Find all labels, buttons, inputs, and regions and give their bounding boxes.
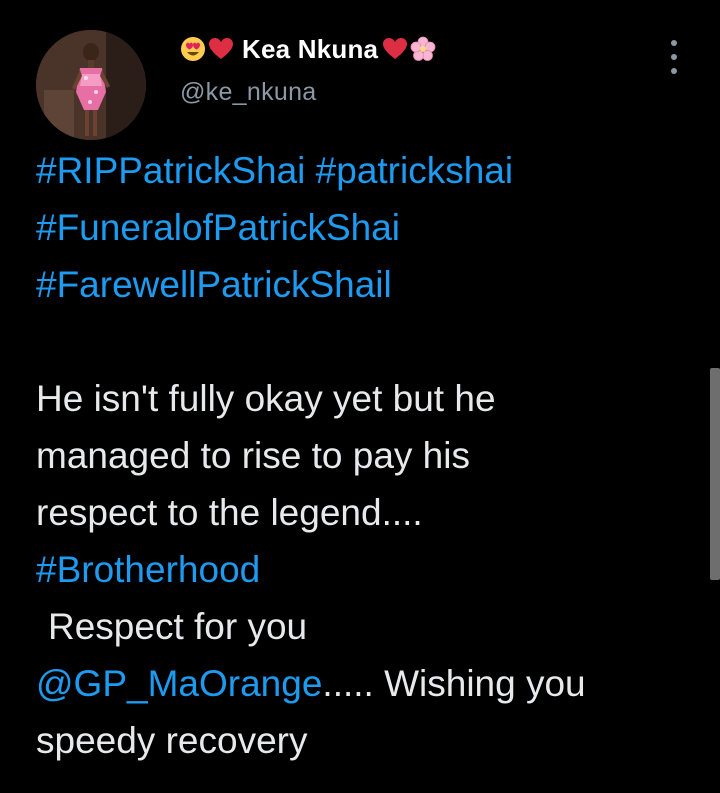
more-options-button[interactable] [664, 40, 684, 74]
heart-eyes-icon [180, 36, 206, 62]
mention-link[interactable]: @GP_MaOrange [36, 663, 322, 704]
more-vertical-icon [671, 40, 677, 46]
more-vertical-icon-dot [671, 54, 677, 60]
hashtag-link[interactable]: #Brotherhood [36, 549, 260, 590]
display-name[interactable]: Kea Nkuna [242, 34, 378, 65]
text-line: managed to rise to pay his [36, 435, 470, 476]
text-line: respect to the legend.... [36, 492, 423, 533]
hashtag-line: #FuneralofPatrickShai [36, 199, 696, 256]
red-heart-icon [382, 36, 408, 62]
hashtag-line: #Brotherhood [36, 541, 696, 598]
tweet-card: Kea Nkuna @ke_nkuna #RIPPatrickShai #pat… [0, 0, 720, 793]
text-fragment: ..... Wishing you [322, 663, 586, 704]
avatar[interactable] [36, 30, 146, 140]
hashtag-line: #FarewellPatrickShail [36, 256, 696, 313]
author-handle[interactable]: @ke_nkuna [180, 78, 650, 107]
tweet-text: #RIPPatrickShai #patrickshai #FuneralofP… [36, 142, 696, 769]
more-vertical-icon-dot [671, 68, 677, 74]
text-line: He isn't fully okay yet but he [36, 378, 496, 419]
hashtag-link[interactable]: #patrickshai [316, 150, 513, 191]
hashtag-link[interactable]: #FuneralofPatrickShai [36, 207, 400, 248]
hashtag-link[interactable]: #FarewellPatrickShail [36, 264, 392, 305]
text-line: Respect for you [48, 606, 308, 647]
scrollbar[interactable] [710, 368, 720, 580]
paragraph-break [36, 313, 696, 370]
cherry-blossom-icon [410, 36, 436, 62]
mention-line: @GP_MaOrange..... Wishing you [36, 655, 696, 712]
tweet-header: Kea Nkuna @ke_nkuna [180, 30, 650, 107]
red-heart-icon [208, 36, 234, 62]
text-line: speedy recovery [36, 720, 308, 761]
author-name-row[interactable]: Kea Nkuna [180, 30, 650, 68]
hashtag-line: #RIPPatrickShai #patrickshai [36, 142, 696, 199]
hashtag-link[interactable]: #RIPPatrickShai [36, 150, 305, 191]
